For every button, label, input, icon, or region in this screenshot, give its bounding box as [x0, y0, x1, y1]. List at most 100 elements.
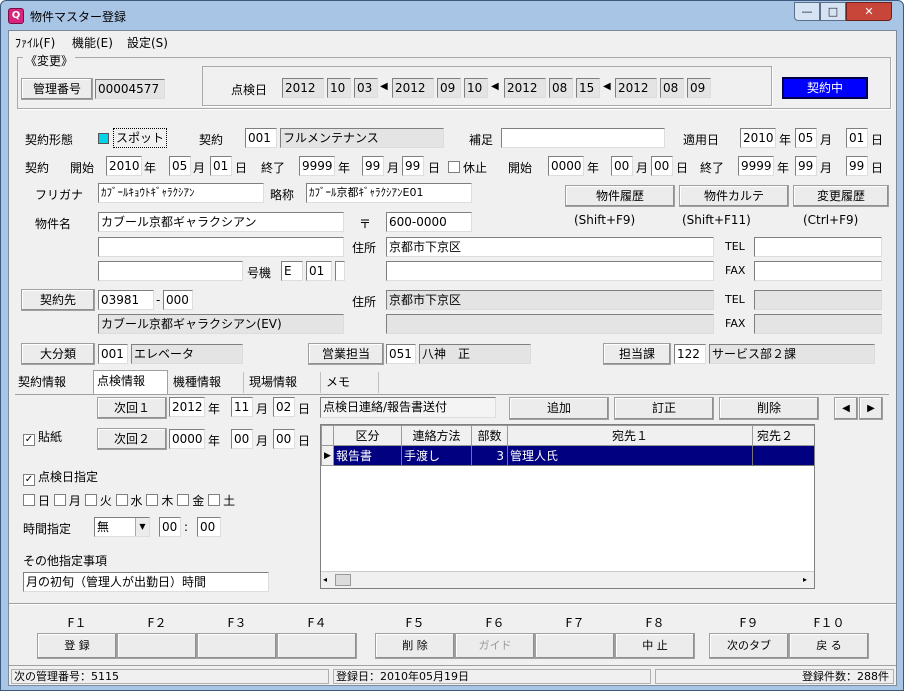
col-atesaki1[interactable]: 宛先１	[507, 425, 753, 446]
client-code2[interactable]: 000	[163, 290, 193, 310]
day-thu[interactable]: 木	[146, 494, 173, 508]
f2-button[interactable]	[117, 633, 197, 659]
bukken-name3-input[interactable]	[98, 261, 243, 281]
kyushi-end-year[interactable]: 9999	[738, 156, 774, 176]
add-button[interactable]: 追加	[509, 397, 609, 420]
next-arrow-icon[interactable]: ▶	[859, 397, 883, 420]
end-month[interactable]: 99	[362, 156, 384, 176]
tab-keiyaku[interactable]: 契約情報	[15, 372, 93, 393]
keitai-value[interactable]: スポット	[113, 128, 168, 148]
hour-input[interactable]: 00	[159, 517, 181, 537]
time-select[interactable]: 無 ▼	[94, 517, 150, 537]
kyushi-start-year[interactable]: 0000	[548, 156, 584, 176]
goki-input-3[interactable]	[335, 261, 345, 281]
end-day[interactable]: 99	[402, 156, 424, 176]
bukken-name2-input[interactable]	[98, 237, 344, 257]
start-year[interactable]: 2010	[106, 156, 142, 176]
col-atesaki2[interactable]: 宛先２	[752, 425, 814, 446]
f1-register-button[interactable]: 登 録	[37, 633, 117, 659]
col-kubun[interactable]: 区分	[333, 425, 402, 446]
next2-month[interactable]: 00	[231, 429, 253, 449]
next2-day[interactable]: 00	[273, 429, 295, 449]
day-mon[interactable]: 月	[53, 494, 81, 508]
cell-kubun[interactable]: 報告書	[333, 445, 402, 466]
minimize-button[interactable]: —	[794, 2, 820, 21]
tekiyo-day[interactable]: 01	[846, 128, 868, 148]
table-row[interactable]: ▶ 報告書 手渡し 3 管理人氏	[321, 445, 814, 466]
tekiyo-month[interactable]: 05	[795, 128, 817, 148]
cell-atesaki1[interactable]: 管理人氏	[507, 445, 753, 466]
next2-year[interactable]: 0000	[169, 429, 205, 449]
addr2-input[interactable]	[386, 261, 714, 281]
f7-button[interactable]	[535, 633, 615, 659]
scroll-thumb[interactable]	[335, 574, 351, 586]
tab-kishu[interactable]: 機種情報	[170, 372, 244, 393]
henko-rireki-button[interactable]: 変更履歴	[793, 185, 889, 207]
tab-genba[interactable]: 現場情報	[246, 372, 321, 393]
next1-year[interactable]: 2012	[169, 397, 205, 417]
close-button[interactable]: ✕	[846, 2, 892, 21]
fax-input[interactable]	[754, 261, 882, 281]
kyushi-start-day[interactable]: 00	[651, 156, 673, 176]
edit-button[interactable]: 訂正	[614, 397, 714, 420]
menu-settings[interactable]: 設定(S)	[127, 34, 168, 51]
next2-button[interactable]: 次回２	[97, 428, 167, 450]
col-houhou[interactable]: 連絡方法	[401, 425, 472, 446]
ryakusho-input[interactable]: ｶﾌﾞｰﾙ京都ｷﾞｬﾗｸｼｱﾝE01	[306, 183, 472, 203]
f6-guide-button[interactable]: ガイド	[455, 633, 535, 659]
delete-button[interactable]: 削除	[719, 397, 819, 420]
tab-tenken[interactable]: 点検情報	[93, 370, 168, 394]
h-scrollbar[interactable]: ◂ ▸	[321, 571, 814, 588]
f10-back-button[interactable]: 戻 る	[789, 633, 869, 659]
prev-arrow-icon[interactable]: ◀	[834, 397, 858, 420]
daibunrui-code[interactable]: 001	[98, 344, 128, 364]
other-input[interactable]: 月の初旬（管理人が出勤日）時間	[23, 572, 269, 592]
daibunrui-button[interactable]: 大分類	[21, 343, 95, 365]
addr-input[interactable]: 京都市下京区	[386, 237, 714, 257]
menu-function[interactable]: 機能(E)	[72, 34, 113, 51]
day-wed[interactable]: 水	[115, 494, 143, 508]
tab-memo[interactable]: メモ	[323, 372, 379, 393]
scroll-left-icon[interactable]: ◂	[323, 575, 327, 584]
cell-houhou[interactable]: 手渡し	[401, 445, 472, 466]
minute-input[interactable]: 00	[197, 517, 221, 537]
next1-day[interactable]: 02	[273, 397, 295, 417]
kyushi-end-month[interactable]: 99	[795, 156, 817, 176]
tel-input[interactable]	[754, 237, 882, 257]
day-sat[interactable]: 土	[208, 494, 235, 508]
goki-input-1[interactable]: E	[281, 261, 303, 281]
tanto-button[interactable]: 担当課	[603, 343, 671, 365]
cell-busu[interactable]: 3	[471, 445, 508, 466]
kyushi-end-day[interactable]: 99	[846, 156, 868, 176]
client-code1[interactable]: 03981	[98, 290, 154, 310]
start-day[interactable]: 01	[210, 156, 232, 176]
col-busu[interactable]: 部数	[471, 425, 508, 446]
bukken-rireki-button[interactable]: 物件履歴	[565, 185, 675, 207]
day-tue[interactable]: 火	[84, 494, 112, 508]
f8-cancel-button[interactable]: 中 止	[615, 633, 695, 659]
kyushi-checkbox[interactable]: 休止	[448, 159, 487, 176]
eigyo-code[interactable]: 051	[386, 344, 416, 364]
cell-atesaki2[interactable]	[752, 445, 814, 466]
menu-file[interactable]: ﾌｧｲﾙ(F)	[15, 34, 55, 51]
kyushi-start-month[interactable]: 00	[611, 156, 633, 176]
f9-next-tab-button[interactable]: 次のタブ	[709, 633, 789, 659]
bukken-name-input[interactable]: カブール京都ギャラクシアン	[98, 212, 344, 232]
keiyakusaki-button[interactable]: 契約先	[21, 289, 95, 311]
harigami-checkbox[interactable]: ✓ 貼紙	[23, 428, 62, 446]
furigana-input[interactable]: ｶﾌﾞｰﾙｷｮｳﾄｷﾞｬﾗｸｼｱﾝ	[98, 183, 264, 203]
shitei-checkbox[interactable]: ✓ 点検日指定	[23, 468, 98, 486]
day-sun[interactable]: 日	[23, 494, 50, 508]
hosoku-input[interactable]	[501, 128, 665, 148]
scroll-right-icon[interactable]: ▸	[803, 575, 807, 584]
f3-button[interactable]	[197, 633, 277, 659]
start-month[interactable]: 05	[169, 156, 191, 176]
eigyo-button[interactable]: 営業担当	[308, 343, 384, 365]
next1-month[interactable]: 11	[231, 397, 253, 417]
f4-button[interactable]	[277, 633, 357, 659]
day-fri[interactable]: 金	[177, 494, 204, 508]
chevron-down-icon[interactable]: ▼	[135, 518, 149, 536]
next1-button[interactable]: 次回１	[97, 397, 167, 419]
f5-delete-button[interactable]: 削 除	[375, 633, 455, 659]
keiyaku-code[interactable]: 001	[245, 128, 277, 148]
